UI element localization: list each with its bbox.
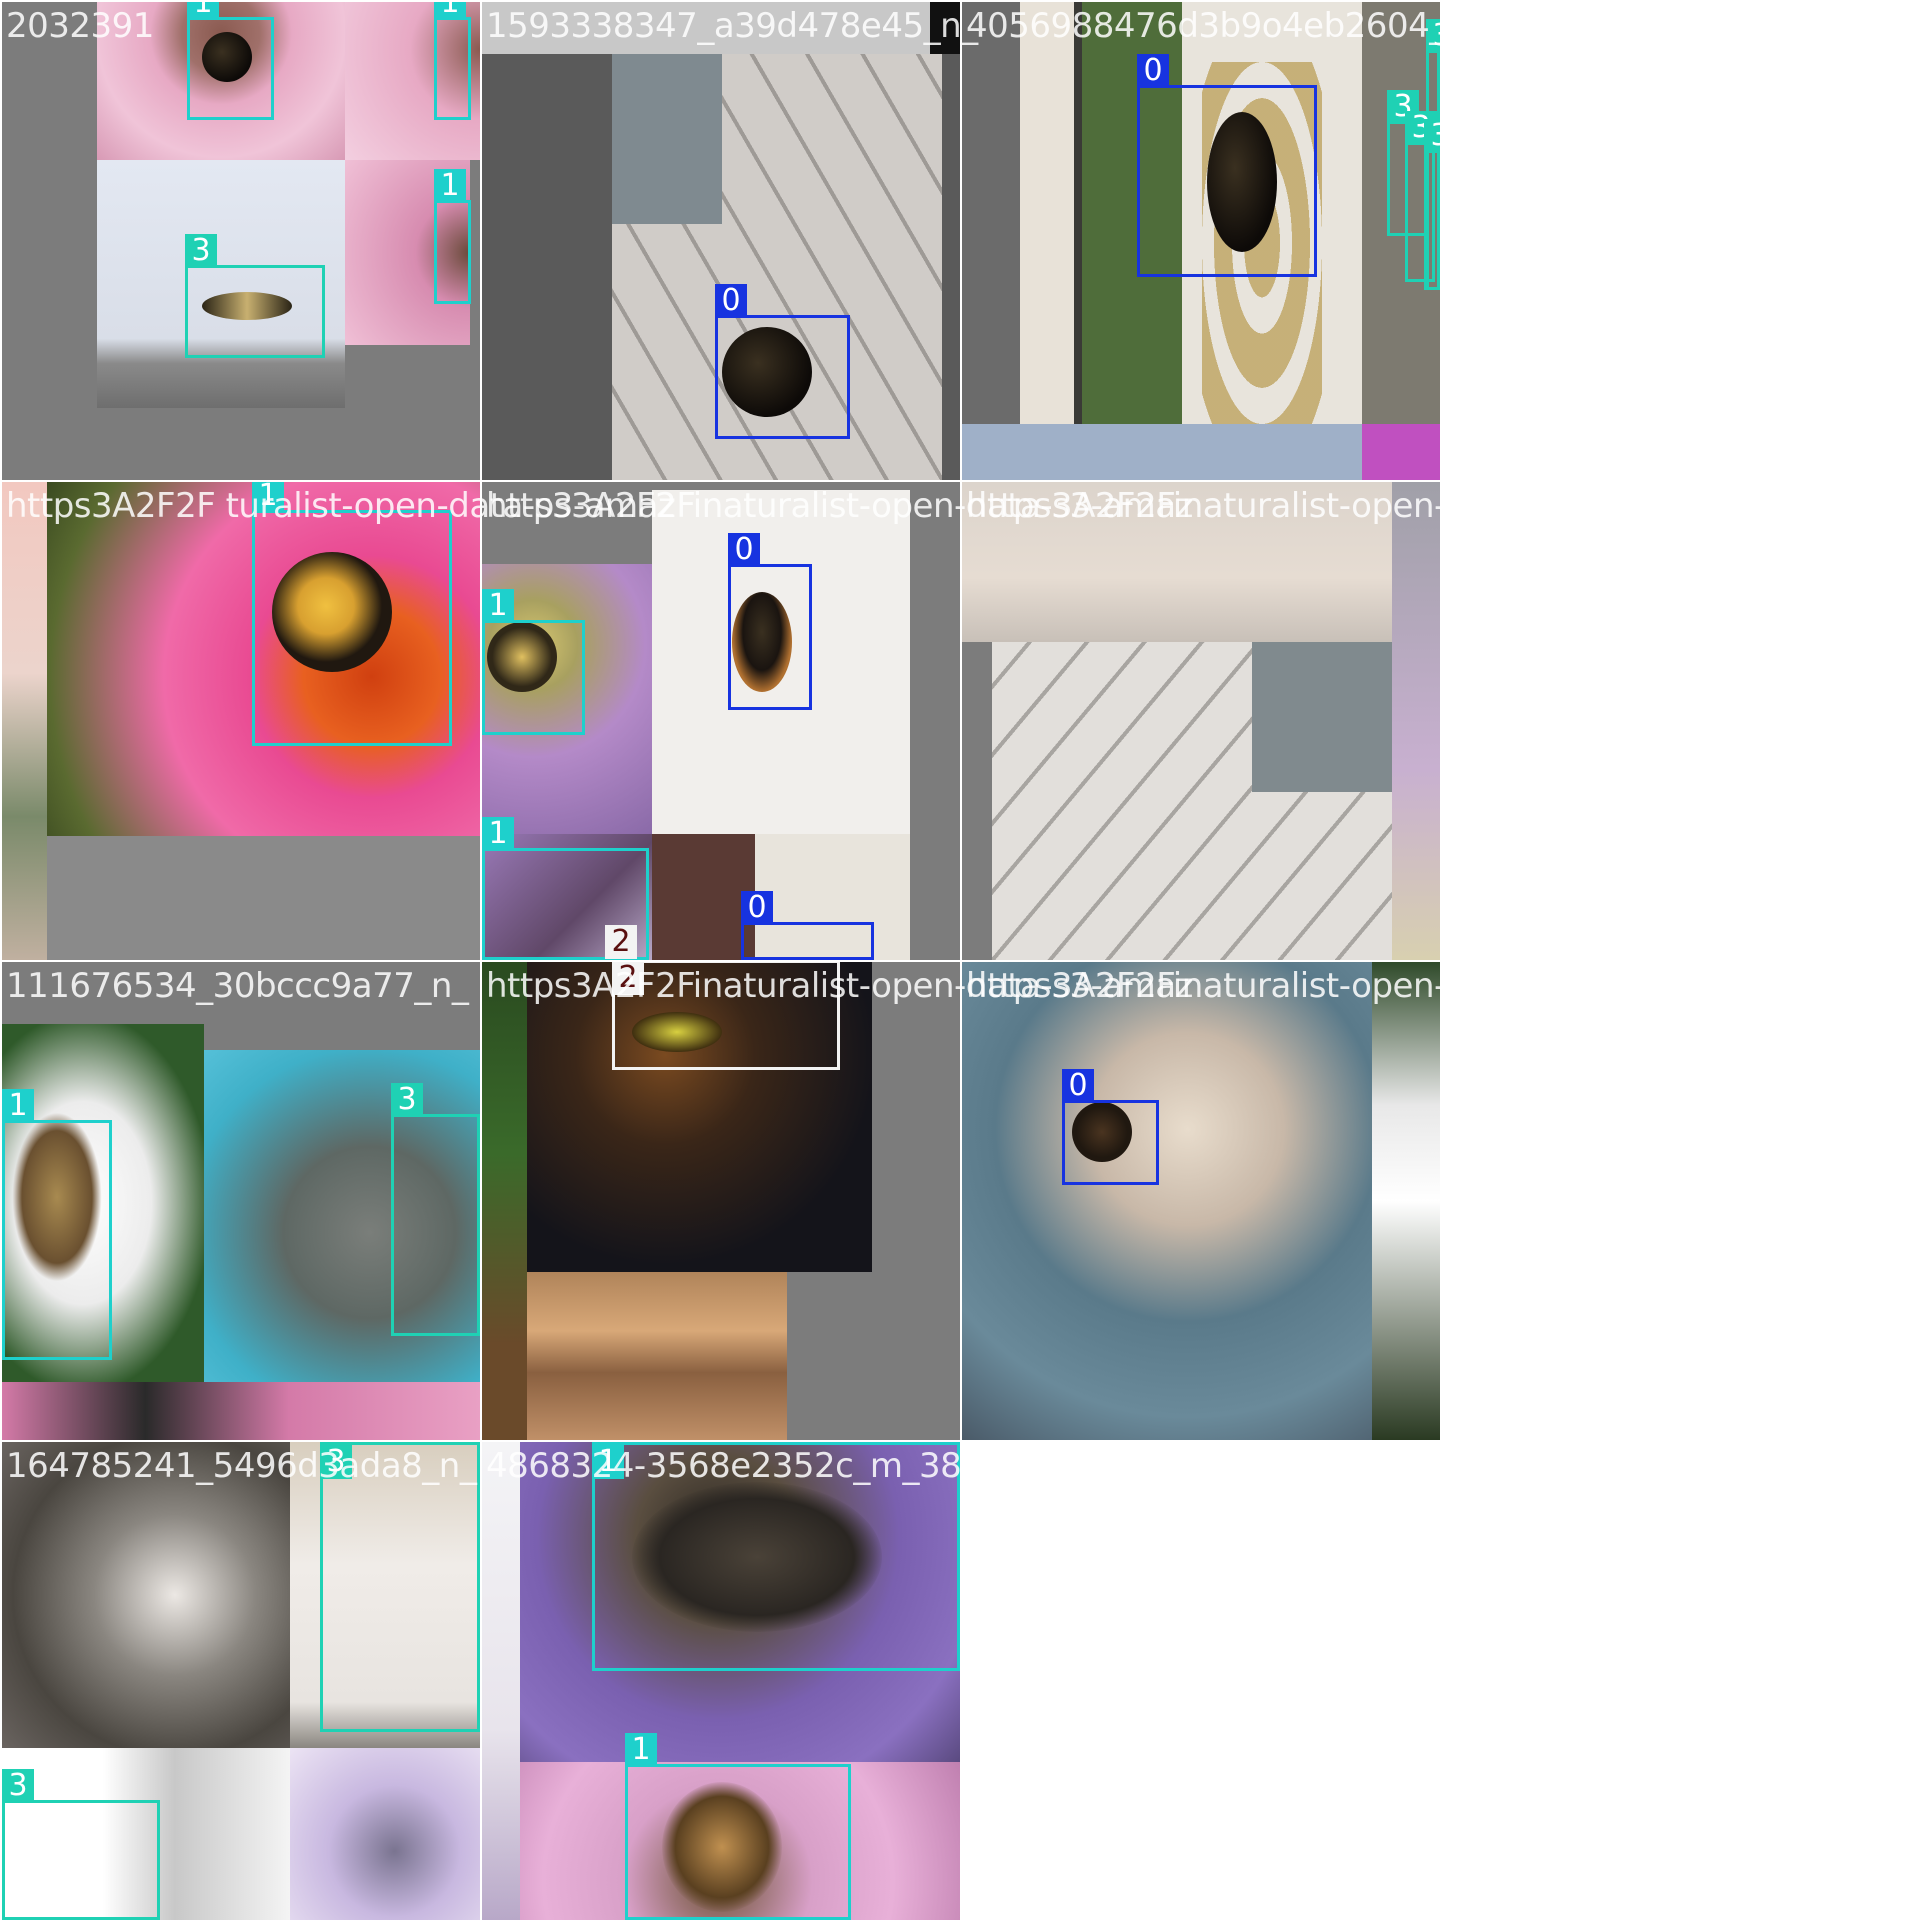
mosaic-tile: 1 1 xyxy=(482,1442,960,1920)
tile-filename: 111676534_30bccc9a77_n_ xyxy=(6,966,469,1006)
detection-box: 1 xyxy=(434,2,471,120)
tile-filename: 2032391 xyxy=(6,6,154,46)
mosaic-tile: 1 1 1 3 xyxy=(2,2,480,480)
detection-box: 3 xyxy=(2,1769,160,1920)
mosaic-tile: 3 3 xyxy=(2,1442,480,1920)
tile-filename: 4868324-3568e2352c_m_38dfd119-2470-42da xyxy=(486,1446,1271,1486)
tile-filename: 4056988476d3b9o4eb2604_m_b02e22c1-9b8b-4… xyxy=(966,6,1853,46)
pink-strip xyxy=(1362,424,1440,480)
gray-pad xyxy=(47,836,480,960)
detection-box: 0 xyxy=(1137,54,1317,277)
mosaic-tile: 1 xyxy=(2,482,480,960)
tile-filename: https3A2F2Finaturalist-open-data-s3-amaz xyxy=(966,966,1673,1006)
detection-box: 0 xyxy=(715,284,850,439)
detection-box: 3 xyxy=(1424,119,1440,290)
jar-photo xyxy=(962,962,1372,1440)
side-strip xyxy=(482,1442,520,1920)
mosaic-tile: 2 xyxy=(482,962,960,1440)
tile-filename: 164785241_5496d3ada8_n_ xyxy=(6,1446,477,1486)
flower-strip xyxy=(1372,962,1440,1440)
detection-box: 3 xyxy=(185,234,325,358)
leaf-strip xyxy=(482,962,527,1440)
side-strip xyxy=(1392,482,1440,960)
image-mosaic: 1 1 1 3 0 0 3 3 3 3 1 xyxy=(0,0,1920,1920)
mosaic-tile: 0 3 3 3 3 xyxy=(962,2,1440,480)
mosaic-tile: 0 xyxy=(482,2,960,480)
detection-box: 1 xyxy=(187,2,274,120)
mosaic-tile: 1 3 xyxy=(2,962,480,1440)
tile-filename: https3A2F2Finaturalist-open-data-s3-amaz xyxy=(966,486,1673,526)
blurred-strip xyxy=(2,482,47,960)
pink-strip xyxy=(2,1382,480,1440)
detection-box: 0 xyxy=(741,891,874,960)
granite-photo xyxy=(612,54,722,224)
flower-photo xyxy=(290,1748,480,1920)
detection-box: 3 xyxy=(391,1083,480,1336)
mosaic-tile xyxy=(962,482,1440,960)
detection-box: 1 xyxy=(2,1089,112,1360)
detection-box: 0 xyxy=(1062,1069,1159,1185)
detection-box: 1 xyxy=(625,1733,851,1920)
blue-strip xyxy=(962,424,1362,480)
mosaic-tile: 1 0 1 0 2 xyxy=(482,482,960,960)
detection-box: 1 xyxy=(434,169,471,304)
mosaic-tile: 0 xyxy=(962,962,1440,1440)
detection-box: 1 xyxy=(482,589,585,735)
detection-box: 1 xyxy=(252,482,452,746)
detection-box: 0 xyxy=(728,533,812,710)
tile-filename: 1593338347_a39d478e45_n_ xyxy=(486,6,978,46)
granite-photo xyxy=(1252,642,1392,792)
wood-photo xyxy=(527,1272,787,1440)
